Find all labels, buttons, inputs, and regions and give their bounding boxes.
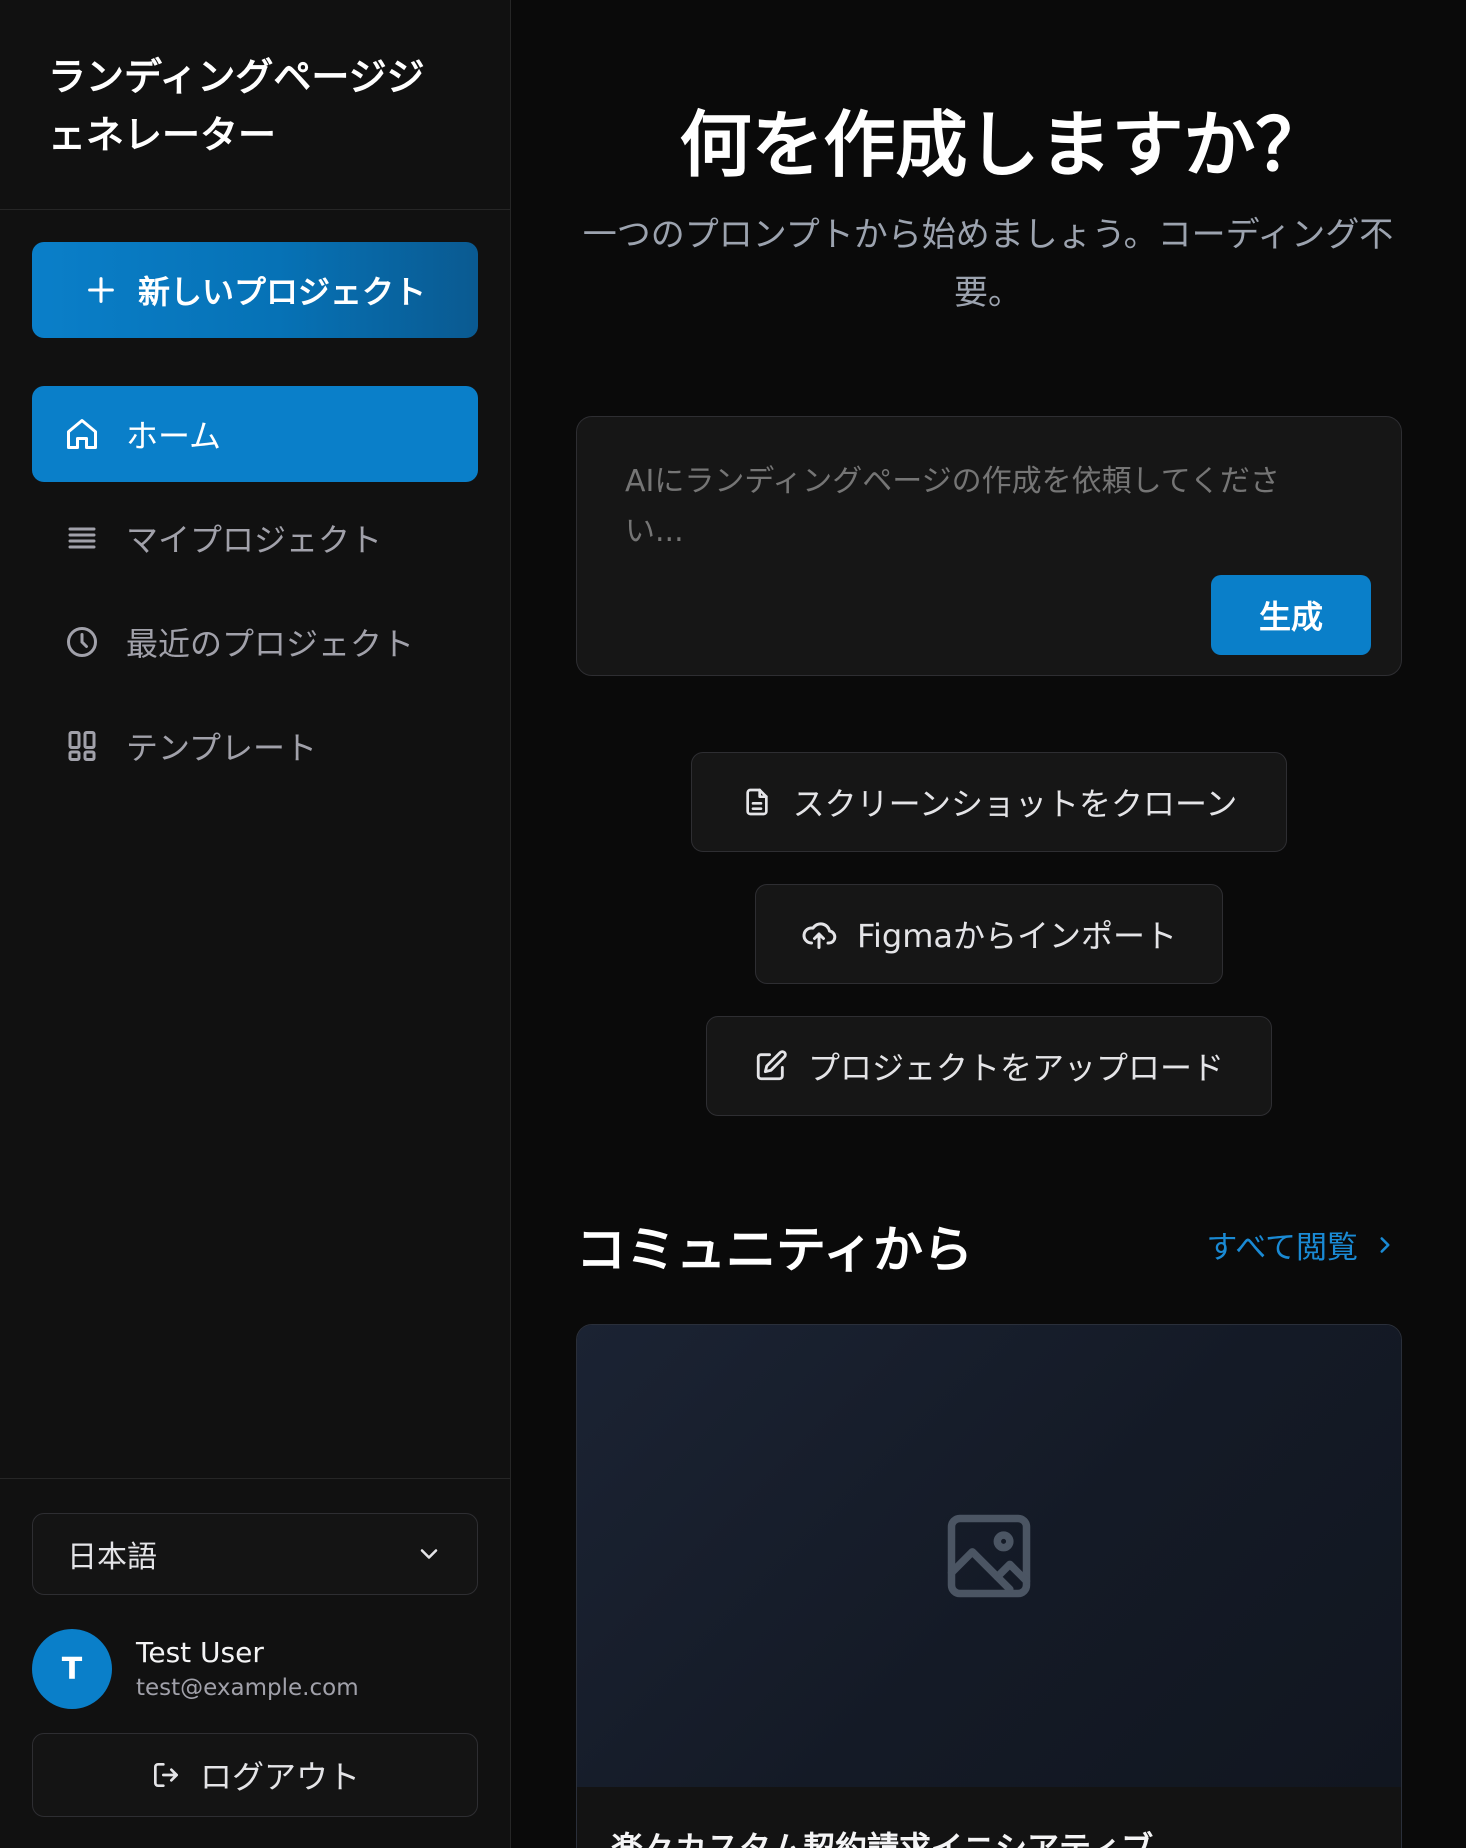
sidebar-item-home[interactable]: ホーム	[32, 386, 478, 482]
logout-icon	[153, 1763, 178, 1787]
logout-button[interactable]: ログアウト	[32, 1733, 478, 1817]
see-all-link[interactable]: すべて閲覧	[1206, 1222, 1398, 1267]
sidebar-item-recent-projects[interactable]: 最近のプロジェクト	[32, 594, 478, 690]
sidebar-item-label: テンプレート	[126, 729, 318, 767]
edit-icon	[756, 1050, 787, 1081]
chevron-right-icon	[1380, 1236, 1390, 1253]
sidebar-item-label: マイプロジェクト	[126, 521, 383, 559]
user-email: test@example.com	[136, 1675, 359, 1701]
figma-import-button[interactable]: Figmaからインポート	[755, 884, 1223, 984]
app-title-line-1: ランディングページジ	[48, 55, 425, 99]
sidebar-nav: ホーム マイプロジェクト 最近のプロジェクト テンプレート	[32, 386, 478, 802]
sidebar-item-templates[interactable]: テンプレート	[32, 698, 478, 794]
prompt-box: 生成	[576, 416, 1402, 676]
action-label: プロジェクトをアップロード	[807, 1049, 1224, 1087]
chevron-down-icon	[420, 1549, 438, 1559]
user-info: Test User test@example.com	[136, 1634, 359, 1704]
sidebar-footer: 日本語 T Test User test@example.com ログアウト	[0, 1478, 511, 1848]
sidebar-item-label: ホーム	[126, 417, 222, 455]
user-name: Test User	[136, 1636, 264, 1669]
action-label: スクリーンショットをクローン	[792, 785, 1238, 823]
prompt-input[interactable]	[625, 457, 1325, 557]
see-all-label: すべて閲覧	[1206, 1230, 1358, 1266]
page-title: 何を作成しますか？	[679, 103, 1328, 187]
upload-project-button[interactable]: プロジェクトをアップロード	[706, 1016, 1272, 1116]
main-content: 何を作成しますか？ 一つのプロンプトから始めましょう。コーディング不要。 生成 …	[511, 0, 1466, 1848]
clock-icon	[67, 627, 97, 657]
new-project-button[interactable]: 新しいプロジェクト	[32, 242, 478, 338]
language-value: 日本語	[67, 1540, 157, 1575]
avatar: T	[32, 1629, 112, 1709]
sidebar: ランディングページジ ェネレーター 新しいプロジェクト ホーム マイプロジェクト…	[0, 0, 511, 1848]
community-project-card[interactable]: 楽々カスタム契約請求イニシアティブ	[576, 1324, 1402, 1848]
brand: ランディングページジ ェネレーター	[0, 0, 510, 210]
page-subtitle: 一つのプロンプトから始めましょう。コーディング不要。	[582, 215, 1394, 313]
card-title: 楽々カスタム契約請求イニシアティブ	[611, 1829, 1154, 1848]
card-thumbnail	[577, 1325, 1401, 1787]
sidebar-item-label: 最近のプロジェクト	[126, 625, 415, 663]
app-title-line-2: ェネレーター	[48, 113, 277, 157]
sidebar-item-my-projects[interactable]: マイプロジェクト	[32, 490, 478, 586]
home-icon	[67, 419, 97, 449]
image-placeholder-icon	[947, 1514, 1031, 1598]
logout-label: ログアウト	[199, 1758, 360, 1796]
document-icon	[745, 788, 768, 816]
community-section-title: コミュニティから	[576, 1221, 973, 1279]
app-root: ランディングページジ ェネレーター 新しいプロジェクト ホーム マイプロジェクト…	[0, 0, 1466, 1848]
cloud-upload-icon	[802, 922, 837, 949]
language-select[interactable]: 日本語	[32, 1513, 478, 1595]
user-profile: T Test User test@example.com	[32, 1629, 359, 1709]
grid-icon	[68, 731, 96, 761]
generate-button[interactable]: 生成	[1211, 575, 1371, 655]
action-label: Figmaからインポート	[856, 917, 1178, 955]
clone-screenshot-button[interactable]: スクリーンショットをクローン	[691, 752, 1287, 852]
list-icon	[68, 527, 96, 549]
plus-icon	[88, 277, 114, 303]
new-project-label: 新しいプロジェクト	[137, 273, 426, 311]
